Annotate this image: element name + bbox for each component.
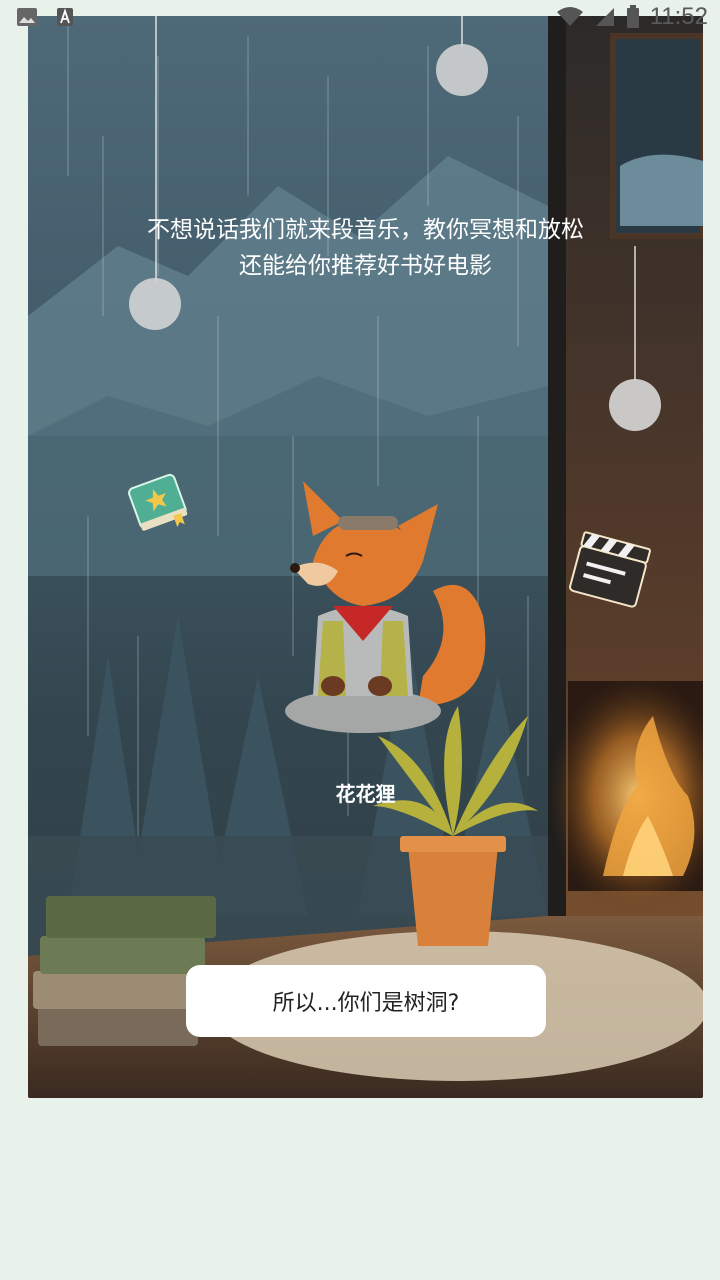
image-icon: [17, 8, 37, 26]
signal-icon: [595, 8, 614, 26]
wifi-icon: [556, 7, 583, 26]
status-time: 11:52: [649, 3, 708, 30]
reply-button[interactable]: 所以...你们是树洞?: [186, 965, 546, 1037]
intro-line-2: 还能给你推荐好书好电影: [239, 253, 492, 279]
status-right: 11:52: [556, 3, 708, 31]
battery-icon: [626, 5, 639, 28]
book-icon[interactable]: [124, 468, 194, 538]
intro-text: 不想说话我们就来段音乐，教你冥想和放松 还能给你推荐好书好电影: [68, 212, 663, 284]
scene-card: 不想说话我们就来段音乐，教你冥想和放松 还能给你推荐好书好电影 花花狸 所以..…: [28, 16, 703, 1098]
intro-line-1: 不想说话我们就来段音乐，教你冥想和放松: [147, 217, 584, 243]
text-a-icon: [57, 8, 73, 26]
clapperboard-icon[interactable]: [566, 524, 656, 614]
character-name: 花花狸: [335, 782, 396, 806]
status-left: [16, 7, 74, 27]
status-bar: 11:52: [0, 0, 720, 34]
